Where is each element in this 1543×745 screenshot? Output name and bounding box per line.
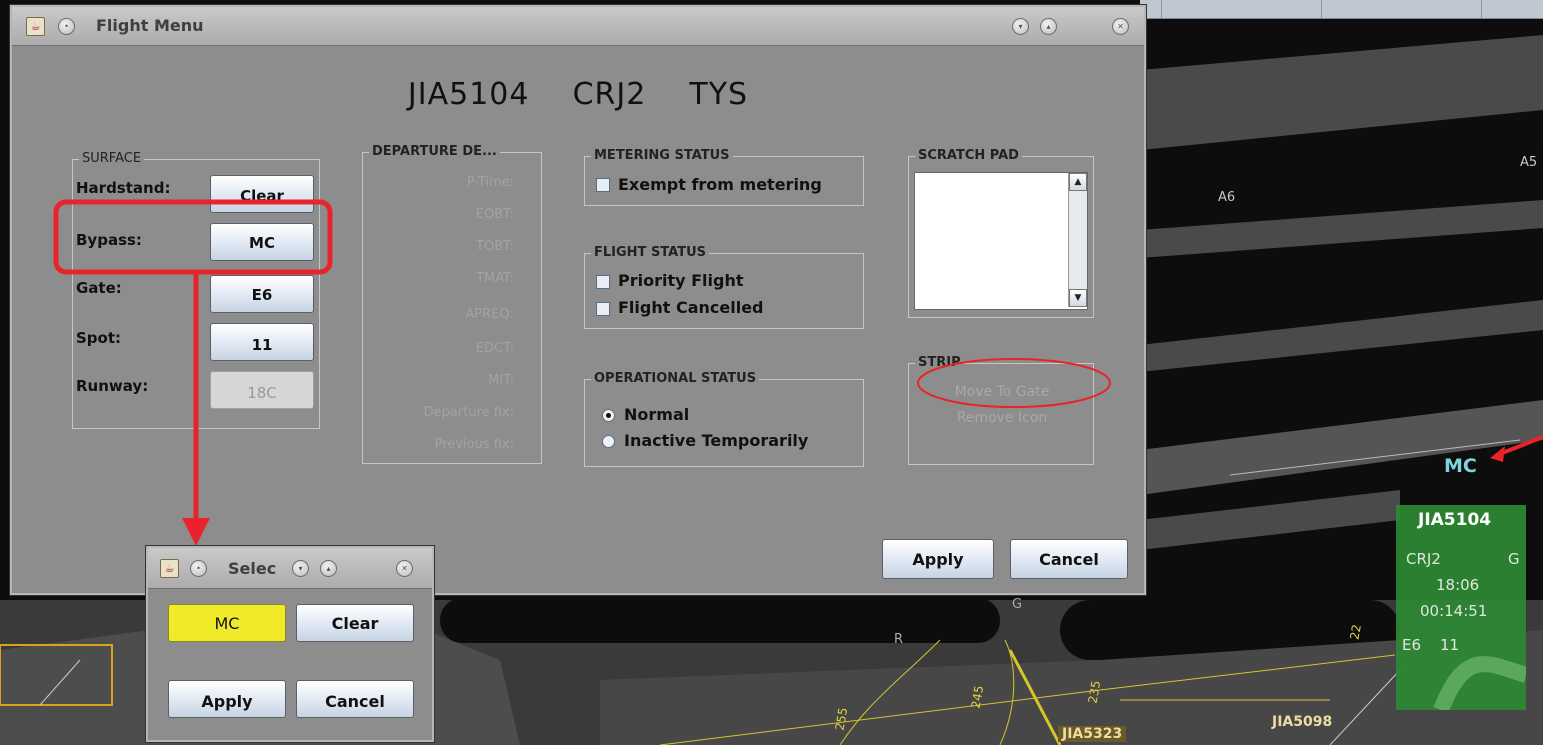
header-aircraft: CRJ2 <box>572 77 647 112</box>
hardstand-label: Hardstand: <box>76 179 171 197</box>
metering-legend: METERING STATUS <box>591 148 733 163</box>
bypass-map-tag[interactable]: MC <box>1444 455 1477 477</box>
select-window-menu-icon[interactable]: • <box>190 560 207 577</box>
select-dialog-titlebar[interactable]: ☕ • Selec ▾ ▴ ✕ <box>148 548 432 589</box>
select-java-icon: ☕ <box>160 559 179 578</box>
taxiway-label-g: G <box>1012 597 1023 612</box>
taxiway-label-a6: A6 <box>1218 190 1236 205</box>
select-close-icon[interactable]: ✕ <box>396 560 413 577</box>
data-block-col: G <box>1508 550 1520 568</box>
field-tobt: TOBT: <box>476 239 514 254</box>
scratch-pad-legend: SCRATCH PAD <box>915 148 1022 163</box>
flight-tag-jia5098[interactable]: JIA5098 <box>1272 714 1332 730</box>
field-ptime: P-Time: <box>466 175 514 190</box>
normal-radio[interactable] <box>602 409 615 422</box>
window-menu-icon[interactable]: • <box>58 18 75 35</box>
select-clear-button[interactable]: Clear <box>296 604 414 642</box>
departure-legend: DEPARTURE DE... <box>369 144 500 159</box>
field-apreq: APREQ: <box>465 307 514 322</box>
select-maximize-icon[interactable]: ▴ <box>320 560 337 577</box>
exempt-metering-label[interactable]: Exempt from metering <box>618 175 822 194</box>
flight-menu-cancel-button[interactable]: Cancel <box>1010 539 1128 579</box>
field-tmat: TMAT: <box>476 271 514 286</box>
hardstand-button[interactable]: Clear <box>210 175 314 213</box>
gate-label: Gate: <box>76 279 122 297</box>
header-callsign: JIA5104 <box>407 77 530 112</box>
priority-flight-label[interactable]: Priority Flight <box>618 271 744 290</box>
operational-legend: OPERATIONAL STATUS <box>591 371 760 386</box>
bypass-label: Bypass: <box>76 231 142 249</box>
taxiway-label-a5: A5 <box>1520 155 1538 170</box>
flight-menu-apply-button[interactable]: Apply <box>882 539 994 579</box>
priority-flight-checkbox[interactable] <box>596 275 610 289</box>
field-previous-fix: Previous fix: <box>434 437 514 452</box>
flight-menu-dialog: ☕ • Flight Menu ▾ ▴ ✕ JIA5104 CRJ2 TYS S… <box>10 5 1146 595</box>
close-icon[interactable]: ✕ <box>1112 18 1129 35</box>
bypass-button[interactable]: MC <box>210 223 314 261</box>
minimize-icon[interactable]: ▾ <box>1012 18 1029 35</box>
flight-status-legend: FLIGHT STATUS <box>591 245 710 260</box>
scratch-pad-textarea[interactable] <box>914 172 1088 310</box>
inactive-temporarily-label[interactable]: Inactive Temporarily <box>624 431 808 450</box>
taxiway-label-r: R <box>894 632 904 647</box>
java-icon: ☕ <box>26 17 45 36</box>
field-departure-fix: Departure fix: <box>423 405 514 420</box>
select-dialog-title: Selec <box>228 559 277 578</box>
data-block-spot: 11 <box>1440 636 1460 654</box>
select-dialog: ☕ • Selec ▾ ▴ ✕ MC Clear Apply Cancel <box>146 546 434 742</box>
data-block-gate: E6 <box>1402 636 1422 654</box>
scroll-down-icon[interactable]: ▼ <box>1069 289 1087 307</box>
runway-label: Runway: <box>76 377 149 395</box>
field-eobt: EOBT: <box>475 207 514 222</box>
field-mit: MIT: <box>488 373 514 388</box>
surface-legend: SURFACE <box>79 151 145 166</box>
move-to-gate-button: Move To Gate <box>954 384 1050 400</box>
flight-cancelled-label[interactable]: Flight Cancelled <box>618 298 764 317</box>
data-block-time1: 18:06 <box>1436 576 1480 594</box>
data-block-callsign: JIA5104 <box>1418 510 1492 530</box>
remove-icon-button: Remove Icon <box>956 410 1048 426</box>
data-block-aircraft: CRJ2 <box>1406 550 1441 568</box>
header-destination: TYS <box>689 77 749 112</box>
strip-legend: STRIP <box>915 355 964 370</box>
data-block-time2: 00:14:51 <box>1420 602 1488 620</box>
maximize-icon[interactable]: ▴ <box>1040 18 1057 35</box>
normal-label[interactable]: Normal <box>624 405 689 424</box>
spot-label: Spot: <box>76 329 122 347</box>
gate-button[interactable]: E6 <box>210 275 314 313</box>
flight-menu-titlebar[interactable]: ☕ • Flight Menu ▾ ▴ ✕ <box>12 7 1144 46</box>
scratch-pad-scrollbar[interactable]: ▲ ▼ <box>1068 173 1087 307</box>
field-edct: EDCT: <box>475 341 514 356</box>
flight-status-group: FLIGHT STATUS <box>584 245 864 329</box>
scroll-up-icon[interactable]: ▲ <box>1069 173 1087 191</box>
top-toolbar <box>1140 0 1543 19</box>
exempt-metering-checkbox[interactable] <box>596 178 610 192</box>
spot-button[interactable]: 11 <box>210 323 314 361</box>
flight-tag-jia5323[interactable]: JIA5323 <box>1058 726 1127 742</box>
inactive-temporarily-radio[interactable] <box>602 435 615 448</box>
select-minimize-icon[interactable]: ▾ <box>292 560 309 577</box>
select-mc-option[interactable]: MC <box>168 604 286 642</box>
flight-cancelled-checkbox[interactable] <box>596 302 610 316</box>
select-cancel-button[interactable]: Cancel <box>296 680 414 718</box>
select-apply-button[interactable]: Apply <box>168 680 286 718</box>
runway-button: 18C <box>210 371 314 409</box>
taxiway-label-22: 22 <box>1347 623 1364 641</box>
flight-header: JIA5104 CRJ2 TYS <box>12 77 1144 112</box>
flight-menu-title: Flight Menu <box>96 16 204 35</box>
